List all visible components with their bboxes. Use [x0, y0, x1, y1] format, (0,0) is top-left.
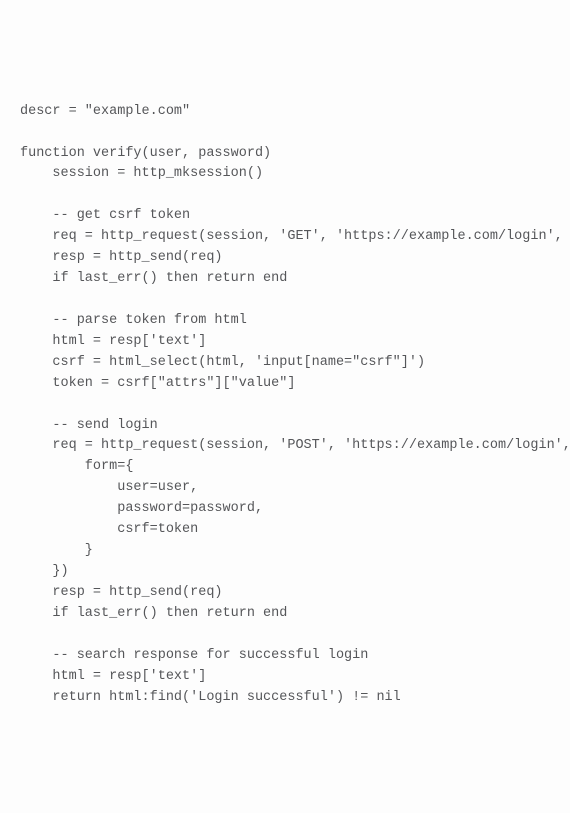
- code-line: -- search response for successful login: [20, 648, 368, 663]
- code-line: }: [20, 543, 93, 558]
- code-line: session = http_mksession(): [20, 166, 263, 181]
- code-line: html = resp['text']: [20, 334, 206, 349]
- code-line: descr = "example.com": [20, 104, 190, 119]
- code-line: -- send login: [20, 418, 158, 433]
- code-line: if last_err() then return end: [20, 271, 287, 286]
- code-line: csrf=token: [20, 522, 198, 537]
- code-line: resp = http_send(req): [20, 585, 223, 600]
- code-line: }): [20, 564, 69, 579]
- code-line: resp = http_send(req): [20, 250, 223, 265]
- code-line: form={: [20, 459, 133, 474]
- code-line: return html:find('Login successful') != …: [20, 690, 401, 705]
- code-line: if last_err() then return end: [20, 606, 287, 621]
- code-line: req = http_request(session, 'POST', 'htt…: [20, 438, 570, 453]
- code-line: function verify(user, password): [20, 146, 271, 161]
- code-block: descr = "example.com" function verify(us…: [20, 102, 550, 709]
- code-line: -- parse token from html: [20, 313, 247, 328]
- code-line: user=user,: [20, 480, 198, 495]
- code-line: html = resp['text']: [20, 669, 206, 684]
- code-line: csrf = html_select(html, 'input[name="cs…: [20, 355, 425, 370]
- code-line: req = http_request(session, 'GET', 'http…: [20, 229, 570, 244]
- code-line: -- get csrf token: [20, 208, 190, 223]
- code-line: password=password,: [20, 501, 263, 516]
- code-line: token = csrf["attrs"]["value"]: [20, 376, 295, 391]
